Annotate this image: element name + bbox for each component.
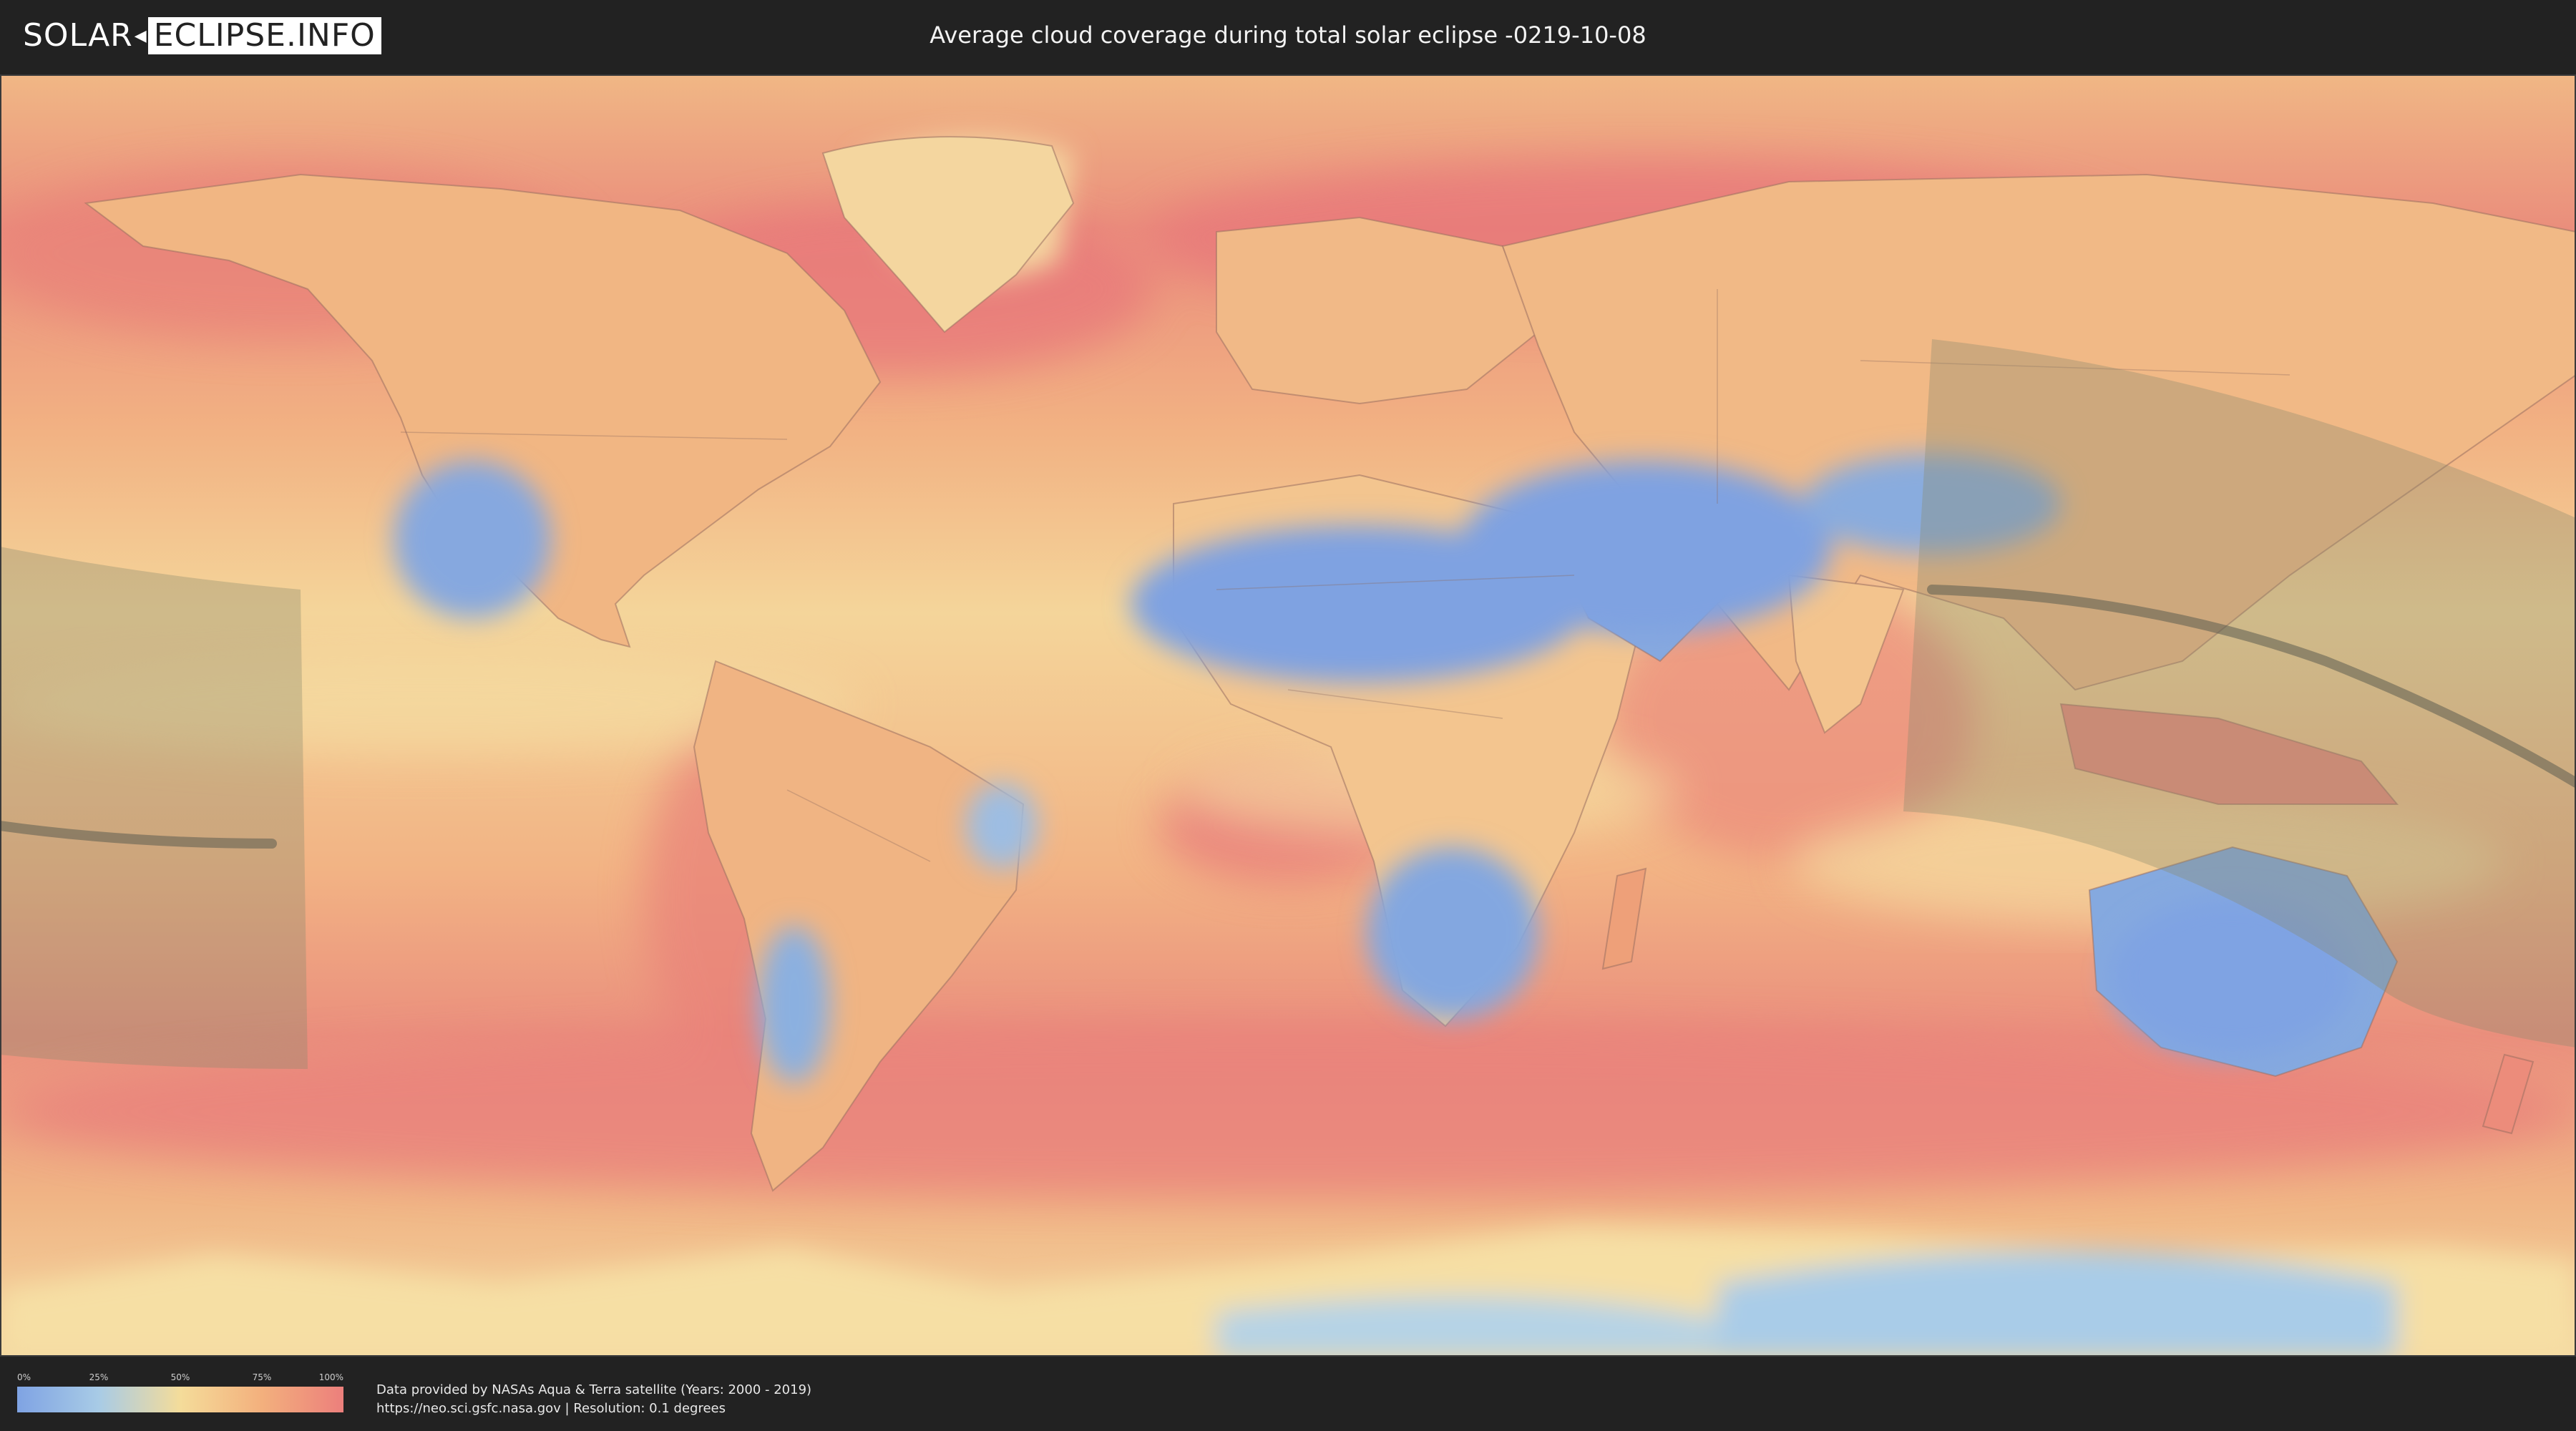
legend-tick-100: 100% bbox=[318, 1372, 343, 1382]
legend-tick-0: 0% bbox=[17, 1372, 31, 1382]
legend-color-bar bbox=[17, 1387, 343, 1412]
eclipse-band-west bbox=[0, 547, 308, 1069]
credit-line-url[interactable]: https://neo.sci.gsfc.nasa.gov | Resoluti… bbox=[376, 1400, 811, 1418]
legend-tick-75: 75% bbox=[252, 1372, 272, 1382]
legend-tick-50: 50% bbox=[170, 1372, 190, 1382]
cloud-coverage-legend: 0% 25% 50% 75% 100% bbox=[17, 1372, 343, 1415]
top-bar: SOLAR ◀ ECLIPSE.INFO Average cloud cover… bbox=[0, 0, 2576, 72]
page-title: Average cloud coverage during total sola… bbox=[930, 21, 1646, 49]
cloud-coverage-map[interactable] bbox=[0, 74, 2576, 1357]
legend-tick-25: 25% bbox=[89, 1372, 109, 1382]
world-map-svg bbox=[0, 74, 2576, 1357]
legend-ticks: 0% 25% 50% 75% 100% bbox=[17, 1372, 343, 1385]
bottom-bar: 0% 25% 50% 75% 100% Data provided by NAS… bbox=[0, 1357, 2576, 1431]
credit-line-source: Data provided by NASAs Aqua & Terra sate… bbox=[376, 1382, 812, 1397]
data-credit: Data provided by NASAs Aqua & Terra sate… bbox=[376, 1381, 811, 1418]
